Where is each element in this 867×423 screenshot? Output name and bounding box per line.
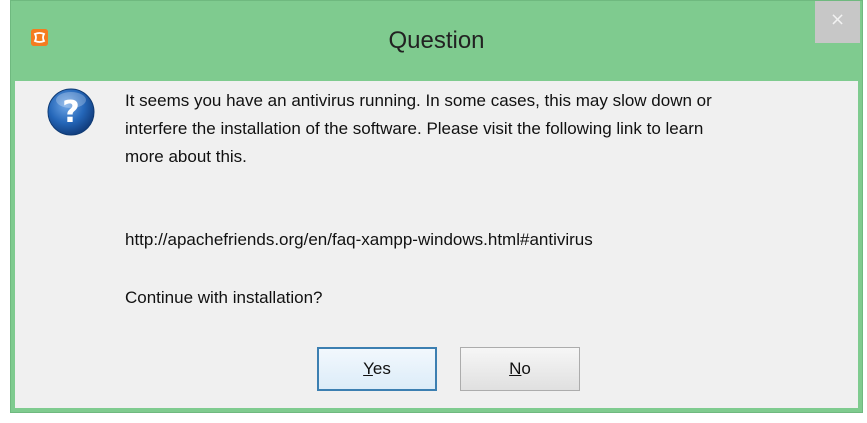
dialog-title: Question	[388, 27, 485, 54]
faq-link-text: http://apachefriends.org/en/faq-xampp-wi…	[125, 230, 593, 249]
yes-mnemonic: Y	[363, 359, 373, 378]
message-line: interfere the installation of the softwa…	[125, 119, 704, 138]
message-line: more about this.	[125, 147, 247, 166]
message-line: It seems you have an antivirus running. …	[125, 91, 712, 110]
close-icon: ×	[829, 9, 846, 30]
message-text: It seems you have an antivirus running. …	[125, 87, 825, 171]
no-label: o	[521, 359, 531, 378]
no-button[interactable]: No	[460, 347, 580, 391]
yes-button[interactable]: Yes	[317, 347, 437, 391]
no-mnemonic: N	[509, 359, 522, 378]
dialog-body: ? It seems you have an antivirus running…	[15, 81, 858, 408]
svg-text:?: ?	[62, 95, 79, 130]
close-button[interactable]: ×	[815, 1, 860, 43]
dialog-window: Question × ? It seems you have an antivi…	[10, 0, 863, 413]
question-text: Continue with installation?	[125, 288, 323, 307]
yes-label: es	[372, 359, 391, 378]
question-icon: ?	[46, 87, 96, 137]
title-bar[interactable]: Question ×	[11, 1, 862, 81]
